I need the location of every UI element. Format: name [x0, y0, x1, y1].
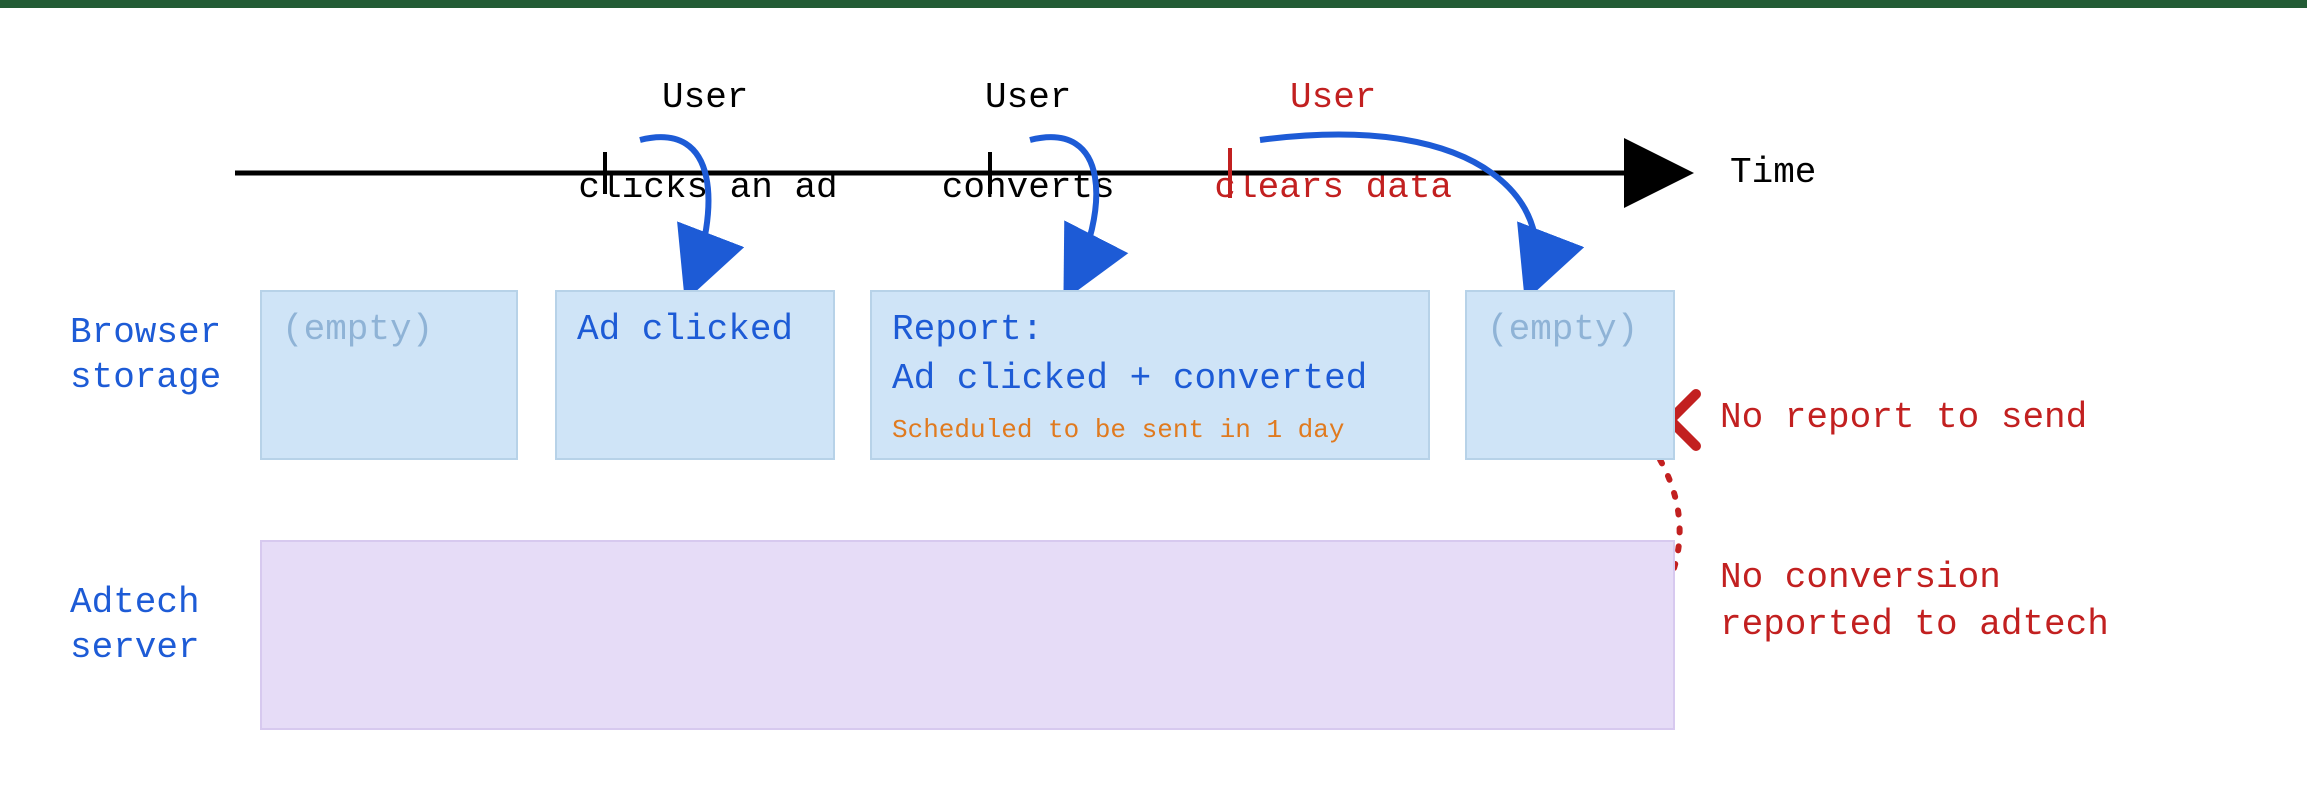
row-label-browser: Browserstorage	[70, 310, 221, 400]
event-clear-line2: clears data	[1214, 167, 1452, 208]
timeline-event-clear: User clears data	[1120, 30, 1460, 255]
row-label-adtech: Adtechserver	[70, 580, 200, 670]
storage-box-report: Report: Ad clicked + converted Scheduled…	[870, 290, 1430, 460]
storage-box-empty-final: (empty)	[1465, 290, 1675, 460]
adtech-server-box	[260, 540, 1675, 730]
event-click-line1: User	[662, 77, 748, 118]
event-clear-line1: User	[1290, 77, 1376, 118]
event-convert-line2: converts	[942, 167, 1115, 208]
error-no-conversion: No conversionreported to adtech	[1720, 555, 2109, 649]
top-accent-bar	[0, 0, 2307, 8]
event-click-line2: clicks an ad	[578, 167, 837, 208]
timeline-event-click: User clicks an ad	[492, 30, 832, 255]
storage-box-report-schedule: Scheduled to be sent in 1 day	[892, 413, 1408, 448]
storage-box-report-line1: Report:	[892, 309, 1043, 350]
diagram-stage: User clicks an ad User converts User cle…	[0, 0, 2307, 807]
storage-box-empty-initial-text: (empty)	[282, 309, 433, 350]
error-no-report: No report to send	[1720, 395, 2087, 442]
event-convert-line1: User	[985, 77, 1071, 118]
storage-box-ad-clicked: Ad clicked	[555, 290, 835, 460]
timeline-axis-label: Time	[1730, 152, 1816, 193]
storage-box-ad-clicked-text: Ad clicked	[577, 309, 793, 350]
storage-box-empty-final-text: (empty)	[1487, 309, 1638, 350]
storage-box-empty-initial: (empty)	[260, 290, 518, 460]
timeline-event-convert: User converts	[845, 30, 1125, 255]
storage-box-report-line2: Ad clicked + converted	[892, 358, 1367, 399]
